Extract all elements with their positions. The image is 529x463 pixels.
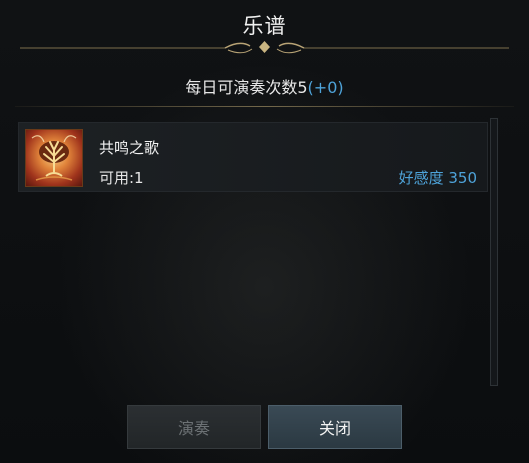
score-window: 乐谱 每日可演奏次数5(+0) 共鸣之歌 可用:1 好感度 350 演奏 关闭 bbox=[0, 0, 529, 463]
song-available-count: 可用:1 bbox=[99, 169, 144, 187]
song-name: 共鸣之歌 bbox=[99, 139, 160, 157]
close-button[interactable]: 关闭 bbox=[268, 405, 402, 449]
song-list: 共鸣之歌 可用:1 好感度 350 bbox=[14, 114, 490, 389]
list-scrollbar[interactable] bbox=[490, 118, 498, 386]
play-button[interactable]: 演奏 bbox=[127, 405, 261, 449]
title-ornament bbox=[20, 41, 509, 54]
tree-emblem-icon bbox=[25, 129, 83, 187]
song-favor-value: 好感度 350 bbox=[398, 169, 477, 187]
daily-play-bonus: (+0) bbox=[307, 78, 344, 97]
daily-play-count: 每日可演奏次数5(+0) bbox=[0, 74, 529, 98]
daily-play-count-label: 每日可演奏次数5 bbox=[185, 78, 308, 97]
song-list-item[interactable]: 共鸣之歌 可用:1 好感度 350 bbox=[18, 122, 488, 192]
window-header: 乐谱 bbox=[0, 0, 529, 55]
header-divider bbox=[15, 106, 514, 107]
